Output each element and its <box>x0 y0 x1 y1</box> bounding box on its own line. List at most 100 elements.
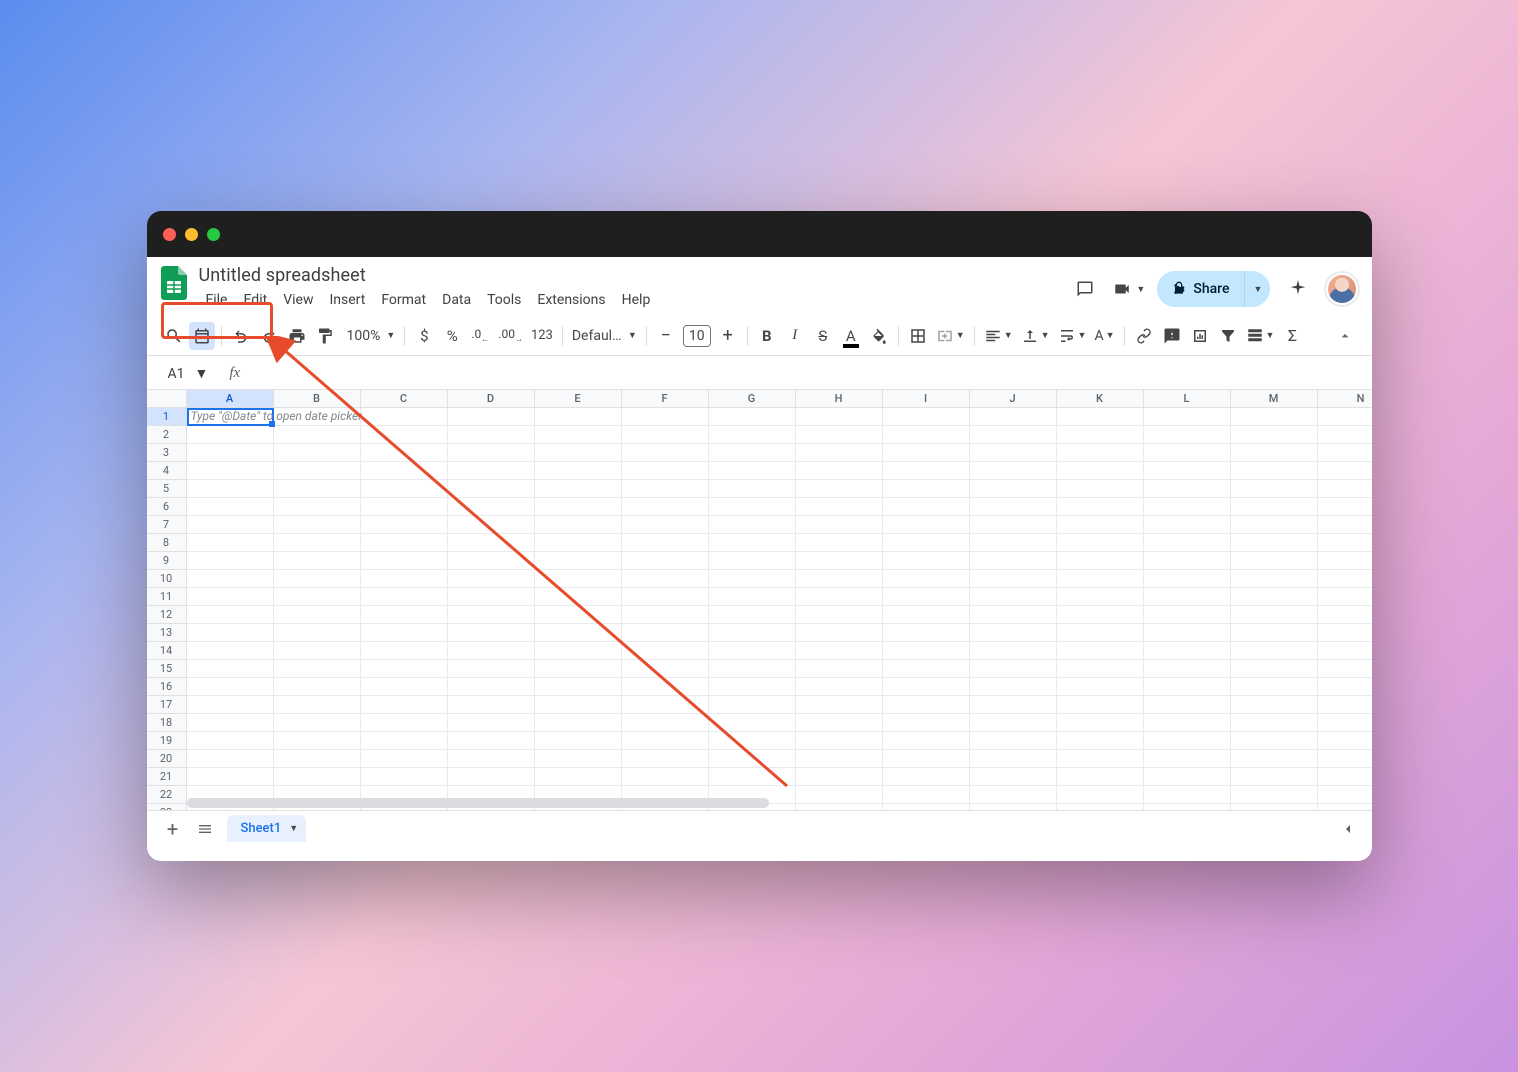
cell[interactable] <box>187 714 274 732</box>
cell[interactable] <box>883 606 970 624</box>
cell[interactable] <box>796 678 883 696</box>
cell[interactable] <box>1231 732 1318 750</box>
cell[interactable] <box>361 480 448 498</box>
cell[interactable] <box>1231 642 1318 660</box>
menu-format[interactable]: Format <box>374 288 433 312</box>
bold-button[interactable]: B <box>754 322 780 350</box>
cell[interactable] <box>448 426 535 444</box>
cell[interactable] <box>709 732 796 750</box>
increase-font-button[interactable]: + <box>715 322 741 350</box>
cell[interactable] <box>187 480 274 498</box>
cell[interactable] <box>535 732 622 750</box>
cell[interactable] <box>448 570 535 588</box>
wrap-button[interactable]: ▼ <box>1055 322 1090 350</box>
cell[interactable] <box>970 444 1057 462</box>
cell[interactable] <box>448 588 535 606</box>
cell[interactable] <box>709 714 796 732</box>
cell[interactable] <box>970 714 1057 732</box>
cell[interactable] <box>448 462 535 480</box>
col-header[interactable]: H <box>796 390 883 408</box>
cell[interactable] <box>274 768 361 786</box>
cell[interactable] <box>1318 426 1372 444</box>
cell[interactable] <box>970 498 1057 516</box>
cell[interactable] <box>709 426 796 444</box>
cell[interactable] <box>274 732 361 750</box>
cell[interactable] <box>1057 732 1144 750</box>
strikethrough-button[interactable]: S <box>810 322 836 350</box>
cell[interactable] <box>448 552 535 570</box>
cell[interactable] <box>970 480 1057 498</box>
cell[interactable] <box>361 660 448 678</box>
cell[interactable] <box>361 642 448 660</box>
cell[interactable] <box>709 606 796 624</box>
currency-button[interactable]: $ <box>411 322 437 350</box>
share-dropdown[interactable]: ▼ <box>1244 271 1270 307</box>
cell[interactable] <box>1318 444 1372 462</box>
merge-cells-button[interactable]: ▼ <box>933 322 968 350</box>
cell[interactable] <box>274 516 361 534</box>
cell[interactable] <box>970 642 1057 660</box>
cell[interactable] <box>448 444 535 462</box>
cell[interactable] <box>1318 570 1372 588</box>
cell[interactable] <box>535 570 622 588</box>
cell[interactable] <box>622 426 709 444</box>
cell[interactable] <box>622 498 709 516</box>
cell[interactable] <box>1231 570 1318 588</box>
cell[interactable] <box>1144 660 1231 678</box>
cell[interactable] <box>274 534 361 552</box>
cell[interactable] <box>883 750 970 768</box>
cell[interactable] <box>535 498 622 516</box>
cell[interactable] <box>622 516 709 534</box>
cell[interactable] <box>1318 498 1372 516</box>
cell[interactable] <box>796 696 883 714</box>
valign-button[interactable]: ▼ <box>1018 322 1053 350</box>
cell[interactable] <box>187 408 274 426</box>
cell[interactable] <box>622 570 709 588</box>
cell[interactable] <box>448 498 535 516</box>
cell[interactable] <box>796 642 883 660</box>
cell[interactable] <box>274 750 361 768</box>
cell[interactable] <box>448 480 535 498</box>
row-header[interactable]: 1 <box>147 408 187 426</box>
cell[interactable] <box>883 642 970 660</box>
cell[interactable] <box>1231 480 1318 498</box>
cell[interactable] <box>361 534 448 552</box>
col-header[interactable]: E <box>535 390 622 408</box>
col-header[interactable]: K <box>1057 390 1144 408</box>
row-header[interactable]: 18 <box>147 714 187 732</box>
menu-data[interactable]: Data <box>435 288 478 312</box>
cell[interactable] <box>535 588 622 606</box>
col-header[interactable]: D <box>448 390 535 408</box>
cell[interactable] <box>1144 750 1231 768</box>
cell[interactable] <box>1057 660 1144 678</box>
cell[interactable] <box>883 462 970 480</box>
cell[interactable] <box>1231 534 1318 552</box>
cell[interactable] <box>448 534 535 552</box>
insert-chart-button[interactable] <box>1187 322 1213 350</box>
cell[interactable] <box>796 570 883 588</box>
col-header[interactable]: G <box>709 390 796 408</box>
cell[interactable] <box>622 534 709 552</box>
cell[interactable] <box>709 570 796 588</box>
cell[interactable] <box>274 678 361 696</box>
cell[interactable] <box>796 498 883 516</box>
cell[interactable] <box>796 534 883 552</box>
menu-view[interactable]: View <box>276 288 320 312</box>
cell[interactable] <box>1231 588 1318 606</box>
cell[interactable] <box>1318 642 1372 660</box>
row-header[interactable]: 2 <box>147 426 187 444</box>
col-header[interactable]: A <box>187 390 274 408</box>
cell[interactable] <box>361 768 448 786</box>
cell[interactable] <box>709 768 796 786</box>
col-header[interactable]: F <box>622 390 709 408</box>
cell[interactable] <box>1231 462 1318 480</box>
cell[interactable] <box>883 480 970 498</box>
cell[interactable] <box>535 750 622 768</box>
cell[interactable] <box>187 498 274 516</box>
cell[interactable] <box>535 606 622 624</box>
print-button[interactable] <box>284 322 310 350</box>
cell[interactable] <box>970 768 1057 786</box>
cell[interactable] <box>361 624 448 642</box>
halign-button[interactable]: ▼ <box>981 322 1016 350</box>
cell[interactable] <box>1144 426 1231 444</box>
